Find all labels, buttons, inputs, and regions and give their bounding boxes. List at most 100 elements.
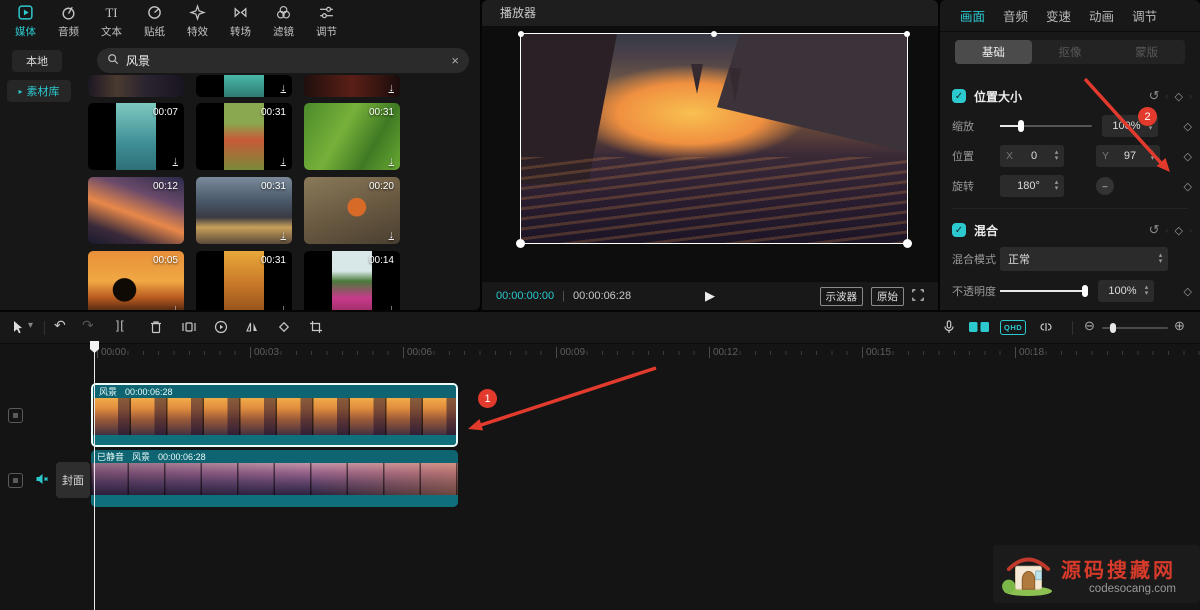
crop-icon[interactable] [308,319,324,335]
duration-badge: 00:05 [153,255,178,266]
select-tool-icon[interactable] [10,319,26,335]
tab-animation[interactable]: 动画 [1089,6,1114,25]
next-keyframe-icon[interactable]: › [1189,91,1192,101]
rotate-dial[interactable]: – [1096,177,1114,195]
opacity-slider[interactable] [1000,290,1088,292]
subtab-mask[interactable]: 蒙版 [1108,40,1185,64]
tab-speed[interactable]: 变速 [1046,6,1071,25]
checkbox-blend[interactable]: ✓ [952,223,966,237]
video-selection-frame[interactable] [520,33,908,244]
play-button[interactable]: ▶ [705,288,715,304]
resize-handle[interactable] [904,31,910,37]
preview-frames-icon[interactable] [968,320,990,334]
sidebar-item-library[interactable]: ▸素材库 [7,80,71,102]
position-y-field[interactable]: Y97▴▾ [1096,145,1160,167]
record-voice-icon[interactable] [941,319,957,335]
keyframe-icon[interactable]: ◇ [1184,180,1192,193]
cover-button[interactable]: 封面 [56,462,90,498]
media-item[interactable]: 00:31↓ [196,251,292,310]
media-item[interactable]: 00:31↓ [304,103,400,170]
keyframe-icon[interactable]: ◇ [1184,120,1192,133]
toolbar-audio[interactable]: 音频 [47,4,90,39]
keyframe-icon[interactable]: ◇ [1184,150,1192,163]
split-icon[interactable]: ][ [116,318,125,332]
track-toggle-icon[interactable] [8,408,23,423]
timeline-ruler[interactable]: 00:00 00:03 00:06 00:09 00:12 00:15 00:1… [0,344,1200,362]
fullscreen-icon[interactable] [912,289,924,304]
tab-adjust[interactable]: 调节 [1132,6,1157,25]
mirror-icon[interactable] [244,319,260,335]
undo-icon[interactable]: ↶ [54,317,66,334]
reset-icon[interactable]: ↺ [1149,222,1160,238]
freeze-frame-icon[interactable] [181,319,197,335]
position-x-field[interactable]: X0▴▾ [1000,145,1064,167]
opacity-value-field[interactable]: 100%▴▾ [1098,280,1154,302]
search-input[interactable]: 风景 × [97,48,469,73]
tab-picture[interactable]: 画面 [960,6,985,25]
tab-audio[interactable]: 音频 [1003,6,1028,25]
resize-handle[interactable] [516,239,525,248]
download-icon[interactable]: ↓ [281,82,287,94]
download-icon[interactable]: ↓ [389,155,395,167]
media-item[interactable]: 00:31↓ [196,103,292,170]
download-icon[interactable]: ↓ [281,155,287,167]
zoom-out-icon[interactable]: ⊖ [1084,318,1095,334]
track-toggle-icon[interactable] [8,473,23,488]
toolbar-sticker[interactable]: 贴纸 [133,4,176,39]
linkage-icon[interactable] [1038,319,1054,335]
toolbar-text[interactable]: TI 文本 [90,4,133,39]
keyframe-icon[interactable]: ◇ [1175,224,1183,237]
toolbar-adjust[interactable]: 调节 [305,4,348,39]
blend-mode-select[interactable]: 正常▴▾ [1000,247,1168,271]
resize-handle[interactable] [903,239,912,248]
download-icon[interactable]: ↓ [173,155,179,167]
download-icon[interactable]: ↓ [389,82,395,94]
scopes-button[interactable]: 示波器 [820,287,864,306]
checkbox-position-size[interactable]: ✓ [952,89,966,103]
sidebar-item-local[interactable]: 本地 [12,50,62,72]
download-icon[interactable]: ↓ [281,303,287,310]
subtab-keying[interactable]: 抠像 [1032,40,1109,64]
prev-keyframe-icon[interactable]: ‹ [1166,91,1169,101]
media-item[interactable]: 00:20↓ [304,177,400,244]
download-icon[interactable]: ↓ [281,229,287,241]
delete-icon[interactable] [148,319,164,335]
media-item[interactable]: 00:31↓ [196,177,292,244]
audio-video-clip-muted[interactable]: 已静音 风景 00:00:06:28 [91,450,458,507]
prev-keyframe-icon[interactable]: ‹ [1166,225,1169,235]
rotate-icon[interactable] [276,319,292,335]
toolbar-filter[interactable]: 滤镜 [262,4,305,39]
scale-slider[interactable] [1000,125,1092,127]
download-icon[interactable]: ↓ [389,303,395,310]
timeline-zoom-slider[interactable] [1102,327,1168,329]
resize-handle[interactable] [518,31,524,37]
rotate-value-field[interactable]: 180°▴▾ [1000,175,1064,197]
speed-icon[interactable] [213,319,229,335]
media-item[interactable]: ↓ [196,75,292,97]
zoom-in-icon[interactable]: ⊕ [1174,318,1185,334]
hd-quality-icon[interactable]: QHD [1000,320,1026,335]
video-clip-selected[interactable]: 风景 00:00:06:28 [91,383,458,447]
resize-handle[interactable] [711,31,717,37]
toolbar-transition[interactable]: 转场 [219,4,262,39]
media-item[interactable] [88,75,184,97]
subtab-basic[interactable]: 基础 [955,40,1032,64]
keyframe-icon[interactable]: ◇ [1175,90,1183,103]
toolbar-media[interactable]: 媒体 [4,4,47,39]
media-item[interactable]: 00:12 [88,177,184,244]
chevron-down-icon[interactable]: ▾ [28,320,33,331]
media-item[interactable]: 00:07↓ [88,103,184,170]
original-button[interactable]: 原始 [871,287,904,306]
mute-track-icon[interactable] [34,471,50,487]
next-keyframe-icon[interactable]: › [1189,225,1192,235]
download-icon[interactable]: ↓ [173,303,179,310]
media-item[interactable]: 00:14↓ [304,251,400,310]
media-item[interactable]: 00:05 ↓ [88,251,184,310]
toolbar-effects[interactable]: 特效 [176,4,219,39]
media-item[interactable]: ↓ [304,75,400,97]
reset-icon[interactable]: ↺ [1149,88,1160,104]
keyframe-icon[interactable]: ◇ [1184,285,1192,298]
redo-icon[interactable]: ↷ [82,317,94,334]
download-icon[interactable]: ↓ [389,229,395,241]
clear-search-icon[interactable]: × [451,53,459,68]
